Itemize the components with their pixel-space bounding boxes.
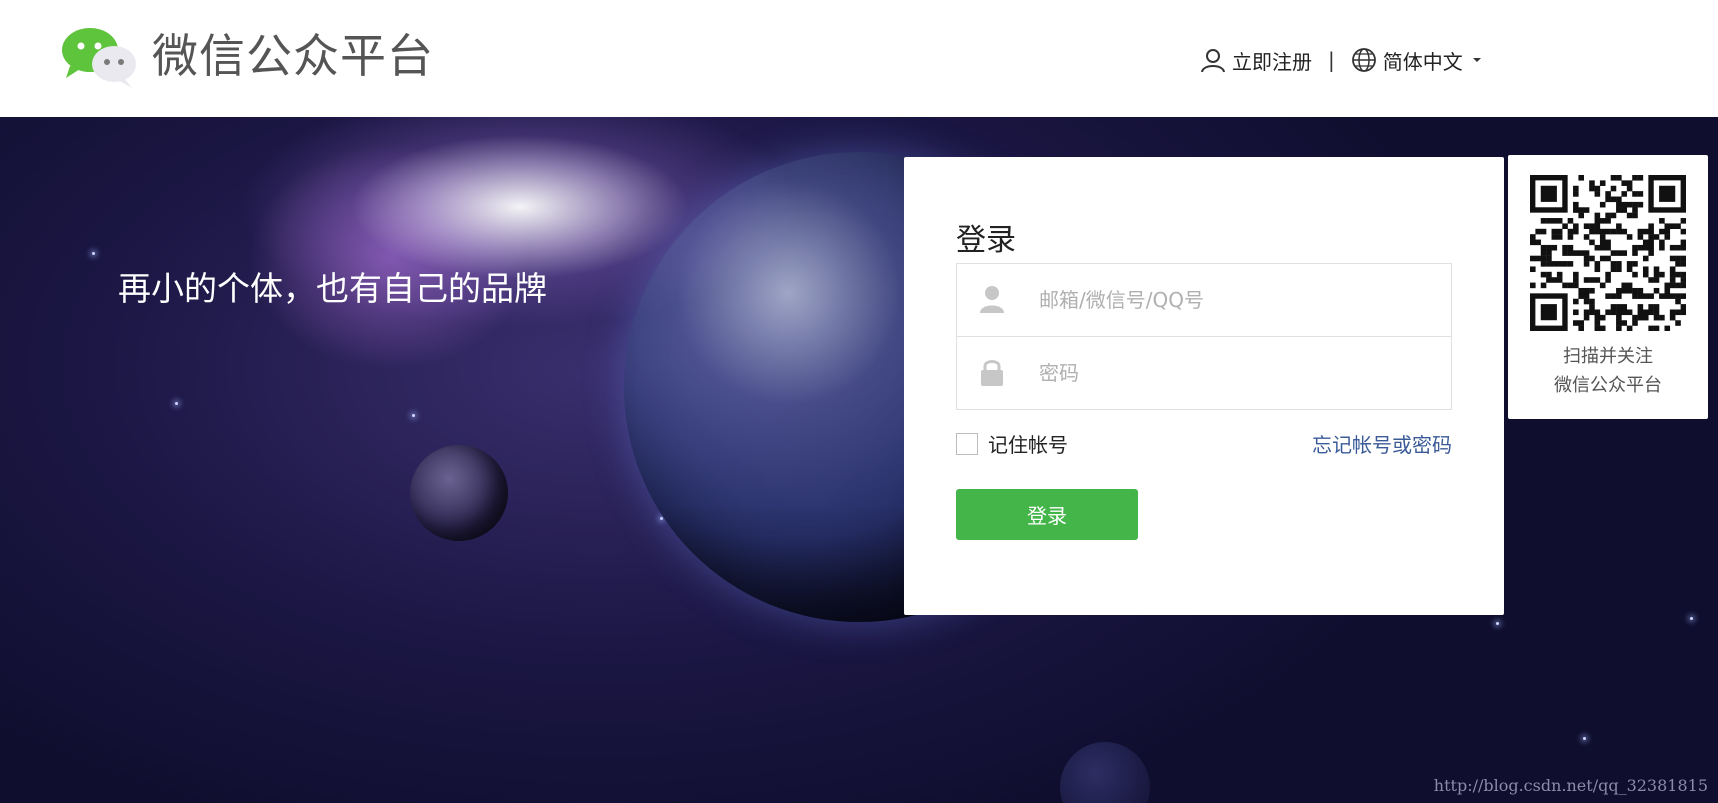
password-field: [956, 336, 1452, 410]
qr-code-image: [1530, 175, 1686, 331]
star-decoration: [1690, 617, 1693, 620]
hero-slogan: 再小的个体，也有自己的品牌: [118, 269, 547, 308]
distant-planet-illustration: [1060, 742, 1150, 803]
brand-title: 微信公众平台: [152, 29, 434, 83]
lock-icon: [981, 360, 1003, 386]
register-link[interactable]: 立即注册: [1232, 46, 1312, 75]
username-field: [956, 263, 1452, 337]
globe-icon: [1351, 48, 1376, 72]
login-title: 登录: [956, 223, 1016, 258]
star-decoration: [175, 402, 178, 405]
remember-account[interactable]: 记住帐号: [956, 429, 1068, 458]
star-decoration: [92, 252, 95, 255]
password-input[interactable]: [1037, 355, 1431, 391]
qr-panel: 扫描并关注 微信公众平台: [1508, 155, 1708, 419]
watermark-url: http://blog.csdn.net/qq_32381815: [1433, 776, 1708, 795]
qr-caption-line2: 微信公众平台: [1554, 375, 1662, 396]
chevron-down-icon[interactable]: [1472, 58, 1481, 62]
remember-label: 记住帐号: [988, 433, 1068, 457]
header-actions: 立即注册 | 简体中文: [1200, 44, 1481, 76]
star-decoration: [1583, 737, 1586, 740]
wechat-logo-icon[interactable]: [60, 26, 138, 90]
user-icon: [980, 286, 1004, 313]
top-header: 微信公众平台 立即注册 | 简体中文: [0, 0, 1718, 117]
star-decoration: [412, 414, 415, 417]
forgot-password-link[interactable]: 忘记帐号或密码: [1312, 429, 1452, 458]
header-separator: |: [1328, 48, 1335, 72]
language-selector[interactable]: 简体中文: [1383, 46, 1463, 75]
user-icon: [1201, 49, 1225, 73]
username-input[interactable]: [1037, 282, 1431, 318]
moon-illustration: [410, 445, 508, 541]
star-decoration: [1496, 622, 1499, 625]
qr-caption-line1: 扫描并关注: [1563, 346, 1653, 367]
remember-checkbox[interactable]: [956, 432, 978, 455]
login-button[interactable]: 登录: [956, 489, 1138, 540]
login-panel: 登录 记住帐号 忘记帐号或密码 登录: [904, 157, 1504, 615]
